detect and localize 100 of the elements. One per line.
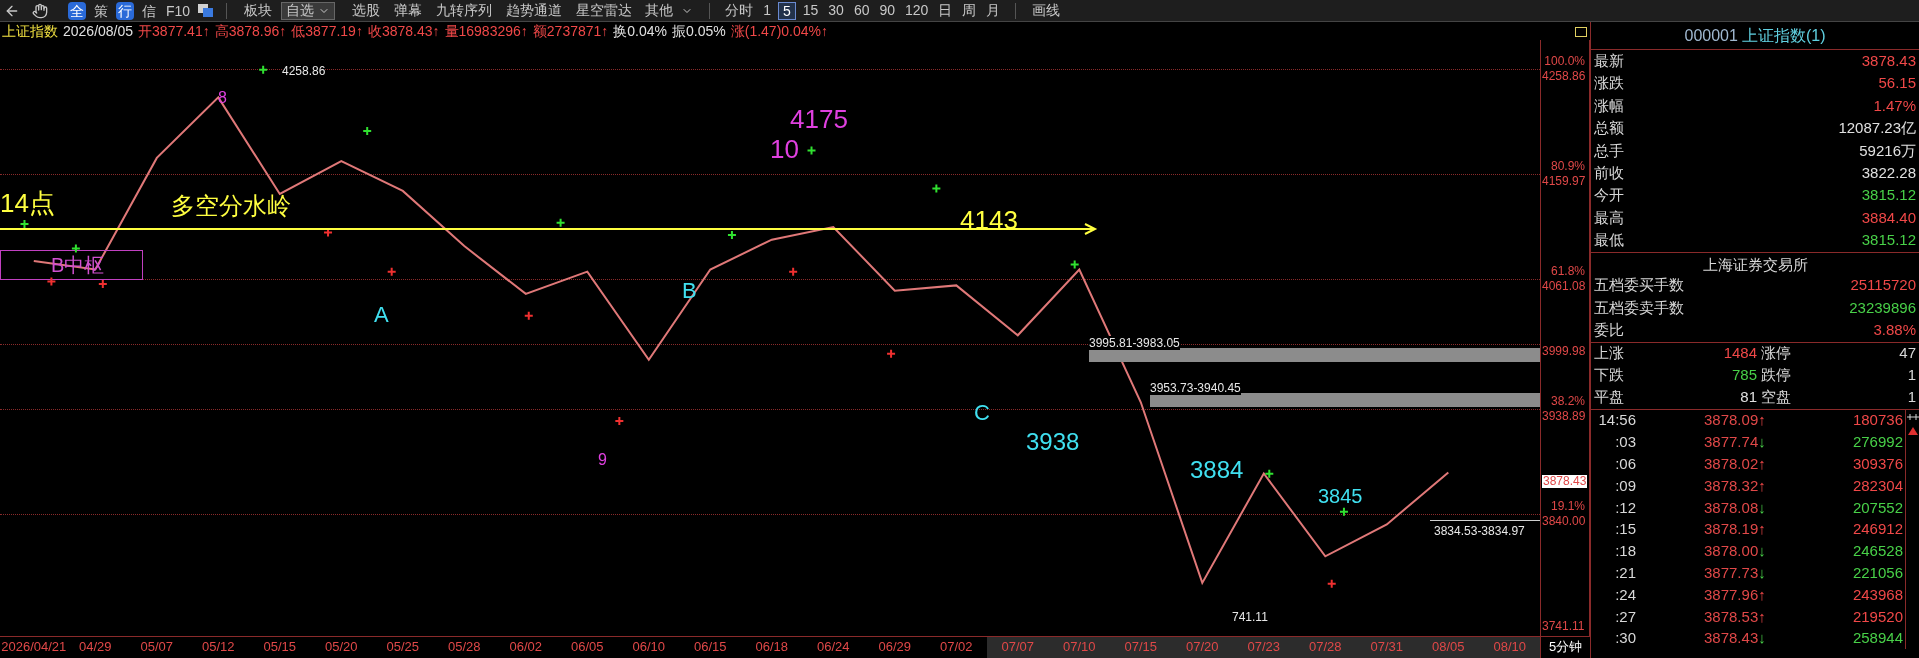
quote-field: 量16983296↑: [444, 20, 528, 42]
date-label: 05/07: [139, 638, 174, 656]
price-label: 3938.89: [1542, 409, 1586, 423]
percent-label: 19.1%: [1550, 499, 1585, 513]
collapse-icon[interactable]: [1906, 412, 1919, 421]
period-tab[interactable]: 月: [983, 0, 1004, 21]
date-label: 06/05: [569, 638, 605, 656]
price-label: 3999.98: [1542, 344, 1586, 358]
breadth-value: 1: [1907, 387, 1916, 408]
watchlist-select[interactable]: 自选: [281, 1, 336, 20]
quote-value: 3815.12: [1861, 185, 1916, 206]
tick-time: :03: [1614, 432, 1636, 453]
plus-marker-icon: [886, 348, 897, 359]
wave-label: 8: [218, 90, 227, 106]
period-tab[interactable]: 1: [760, 0, 774, 21]
quote-value: 59216万: [1859, 140, 1916, 161]
quote-label: 总手: [1594, 140, 1624, 161]
tick-time: 14:56: [1597, 410, 1636, 431]
quote-value: 1.47%: [1873, 95, 1916, 116]
tick-volume: 282304: [1852, 475, 1904, 496]
toolbar-button[interactable]: 选股: [347, 0, 386, 21]
triangle-icon[interactable]: [1907, 426, 1918, 435]
wave-label: 10: [770, 136, 799, 162]
draw-line-button[interactable]: 画线: [1028, 0, 1065, 21]
toolbar-tab[interactable]: 全: [68, 1, 86, 20]
period-tab[interactable]: 周: [959, 0, 980, 21]
tick-arrow: ↑: [1758, 584, 1766, 605]
tick-price: 3878.19: [1704, 519, 1759, 540]
percent-label: 100.0%: [1544, 54, 1585, 68]
plus-marker-icon: [726, 230, 737, 240]
period-tab[interactable]: 日: [935, 0, 956, 21]
quote-value: 12087.23亿: [1838, 118, 1916, 139]
current-price-tag: 3878.43: [1542, 475, 1588, 488]
toolbar-tab[interactable]: 信: [140, 1, 158, 20]
toolbar-tab[interactable]: F10: [164, 1, 193, 20]
plus-marker-icon: [362, 125, 373, 136]
price-label: 4061.08: [1542, 279, 1586, 293]
toolbar-menu[interactable]: 其他: [641, 0, 698, 21]
date-label: 05/12: [200, 638, 236, 656]
tick-volume: 221056: [1852, 562, 1904, 583]
toolbar-tab[interactable]: 行: [116, 1, 134, 20]
order-value: 23239896: [1849, 297, 1916, 318]
period-tab[interactable]: 60: [850, 0, 873, 21]
plus-marker-icon: [1338, 506, 1349, 517]
tick-time: :21: [1614, 562, 1636, 583]
plus-marker-icon: [70, 243, 81, 254]
plus-marker-icon: [19, 219, 30, 229]
tick-time: :15: [1614, 519, 1636, 540]
toolbar-button[interactable]: 弹幕: [389, 0, 428, 21]
period-tab[interactable]: 15: [799, 0, 822, 21]
toolbar-button[interactable]: 板块: [239, 0, 278, 21]
period-tab[interactable]: 90: [876, 0, 899, 21]
exchange-name: 上海证券交易所: [1702, 255, 1808, 273]
period-tab[interactable]: 5: [777, 1, 796, 20]
tick-price: 3878.09: [1704, 410, 1759, 431]
quote-value: 56.15: [1878, 73, 1916, 94]
windows-icon[interactable]: [198, 3, 215, 18]
tick-arrow: ↓: [1758, 497, 1766, 518]
wave-label: 4175: [790, 106, 848, 132]
tick-price: 3878.53: [1704, 606, 1759, 627]
breadth-label: 跌停: [1761, 365, 1791, 386]
tick-time: :30: [1614, 628, 1636, 649]
quote-field: 开3877.41↑: [138, 20, 210, 42]
plus-marker-icon: [788, 266, 799, 277]
tick-time: :27: [1614, 606, 1636, 627]
tick-price: 3877.73: [1704, 562, 1759, 583]
quote-label: 涨跌: [1594, 73, 1624, 94]
plus-marker-icon: [97, 278, 108, 289]
tick-volume: 258944: [1852, 628, 1904, 649]
breadth-value: 1: [1907, 365, 1916, 386]
hand-icon[interactable]: [32, 2, 48, 19]
toolbar-button[interactable]: 星空雷达: [571, 0, 638, 21]
tick-arrow: ↓: [1758, 541, 1766, 562]
wave-label: 3938: [1026, 430, 1080, 454]
plus-marker-icon: [931, 183, 942, 194]
plus-marker-icon: [323, 227, 334, 238]
period-tab[interactable]: 分时: [722, 0, 757, 21]
layout-icon[interactable]: [1575, 27, 1587, 37]
tick-volume: 246528: [1852, 541, 1904, 562]
quote-label: 最高: [1594, 207, 1624, 228]
date-label: 05/25: [385, 638, 420, 656]
tick-volume: 180736: [1852, 410, 1904, 431]
period-tab[interactable]: 30: [825, 0, 847, 21]
quote-label: 总额: [1594, 118, 1624, 139]
tick-arrow: ↑: [1758, 606, 1766, 627]
percent-label: 38.2%: [1550, 394, 1585, 408]
tick-arrow: ↑: [1758, 410, 1766, 431]
period-tab[interactable]: 120: [902, 0, 932, 21]
toolbar-button[interactable]: 趋势通道: [501, 0, 568, 21]
date-label: 07/15: [1110, 637, 1172, 658]
toolbar-tab[interactable]: 策: [92, 1, 110, 20]
toolbar-button[interactable]: 九转序列: [431, 0, 498, 21]
date-label: 05/20: [323, 638, 359, 656]
wave-label: 9: [598, 452, 607, 468]
quote-field: 换0.04%: [613, 20, 668, 42]
breadth-value: 785: [1730, 365, 1757, 386]
plus-marker-icon: [258, 64, 269, 75]
tick-time: :09: [1614, 475, 1636, 496]
date-label: 07/28: [1294, 637, 1356, 658]
plus-marker-icon: [555, 217, 566, 228]
